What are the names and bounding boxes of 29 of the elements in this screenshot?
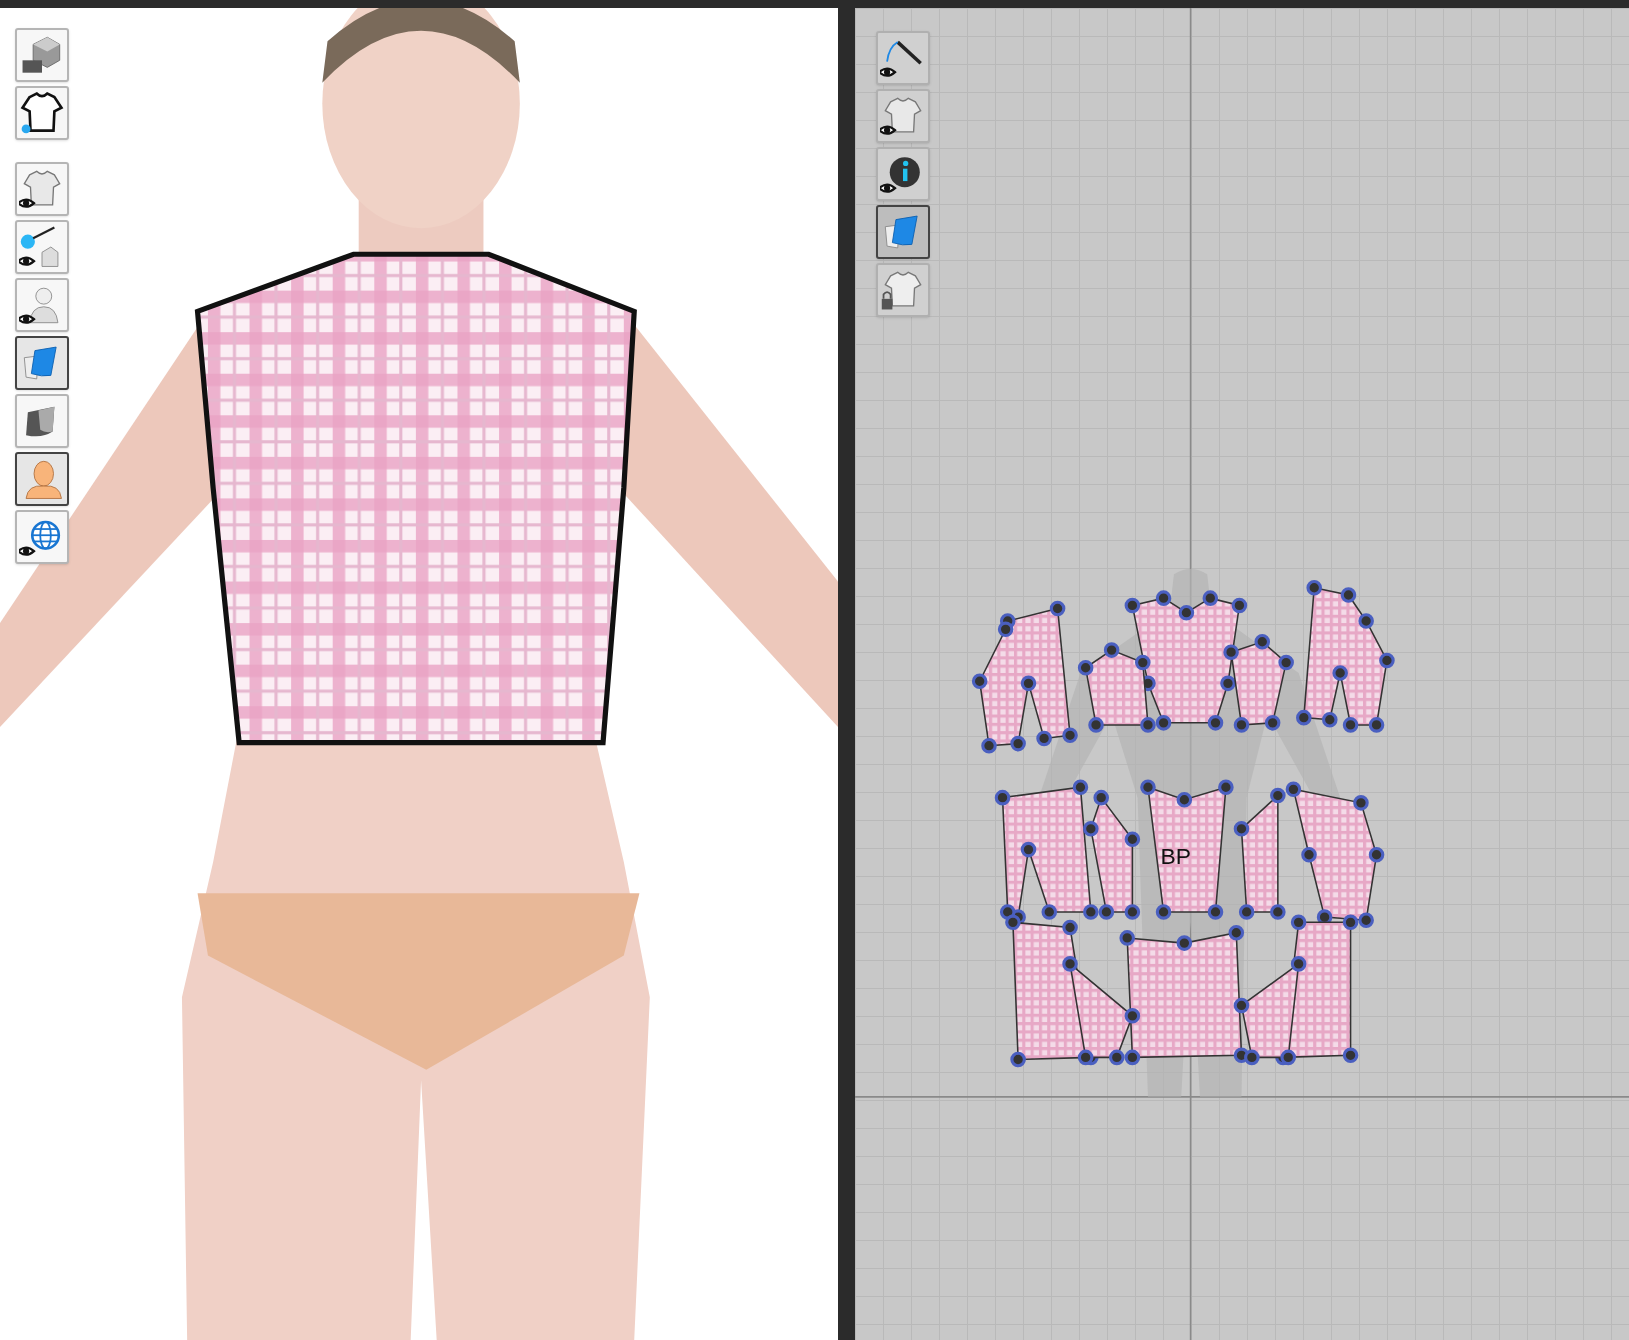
toolbar-button[interactable] <box>15 336 69 390</box>
toolbar-button[interactable] <box>15 452 69 506</box>
pattern-piece[interactable] <box>1140 779 1234 920</box>
pattern-piece[interactable] <box>994 779 1099 925</box>
toolbar-button[interactable] <box>15 162 69 216</box>
pattern-piece[interactable] <box>1296 579 1395 733</box>
pattern-piece[interactable] <box>1233 956 1307 1066</box>
pattern-piece[interactable] <box>1119 924 1250 1066</box>
t-shirt-icon <box>19 90 65 136</box>
toolbar-button[interactable] <box>876 31 930 85</box>
toolbar-button[interactable] <box>876 89 930 143</box>
pattern-piece[interactable] <box>1124 590 1248 731</box>
toolbar-button[interactable] <box>876 205 930 259</box>
pattern-piece[interactable] <box>1083 789 1141 920</box>
toolbar-button[interactable] <box>15 394 69 448</box>
toolbar-button[interactable] <box>876 263 930 317</box>
pattern-piece[interactable] <box>1223 634 1294 733</box>
pattern-piece[interactable] <box>1233 787 1286 920</box>
pattern-piece[interactable] <box>1077 642 1156 733</box>
toolbar-button[interactable] <box>15 510 69 564</box>
toolbar-button[interactable] <box>15 220 69 274</box>
toolbar-button[interactable] <box>15 86 69 140</box>
pattern-piece[interactable] <box>1062 956 1141 1066</box>
pattern-piece[interactable] <box>1285 781 1385 929</box>
toolbar-button[interactable] <box>876 147 930 201</box>
pattern-piece[interactable] <box>971 600 1078 754</box>
toolbar-button[interactable] <box>15 28 69 82</box>
point-label: BP <box>1160 843 1191 870</box>
toolbar-button[interactable] <box>15 278 69 332</box>
